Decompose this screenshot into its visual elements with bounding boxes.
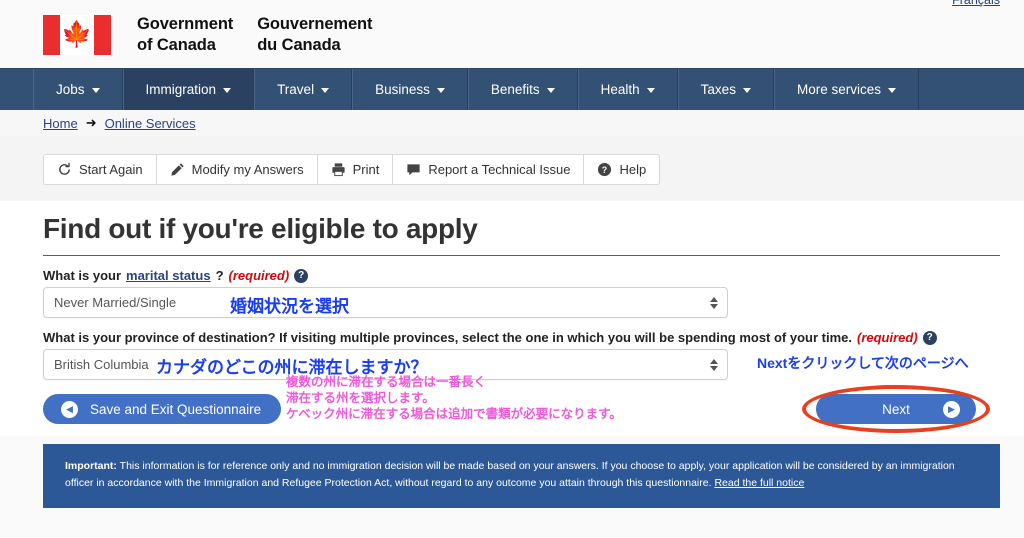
start-again-label: Start Again: [79, 162, 143, 177]
chevron-down-icon: [223, 88, 232, 93]
nav-item-health-label: Health: [600, 82, 640, 97]
chevron-down-icon: [321, 88, 330, 93]
save-and-exit-label: Save and Exit Questionnaire: [90, 401, 262, 417]
read-full-notice-link[interactable]: Read the full notice: [714, 477, 804, 489]
modify-answers-label: Modify my Answers: [191, 162, 304, 177]
nav-item-health[interactable]: Health: [577, 69, 678, 110]
svg-text:?: ?: [602, 165, 607, 175]
help-circle-icon[interactable]: ?: [294, 268, 309, 283]
refresh-icon: [57, 162, 72, 177]
main-content: Find out if you're eligible to apply Wha…: [0, 201, 1024, 436]
report-issue-label: Report a Technical Issue: [428, 162, 571, 177]
site-header: Français 🍁 Government of Canada Gouverne…: [0, 0, 1024, 68]
brand-french-line1: Gouvernement: [257, 15, 373, 33]
modify-answers-button[interactable]: Modify my Answers: [155, 154, 317, 185]
next-button[interactable]: Next ▶: [816, 394, 976, 424]
pencil-icon: [170, 162, 185, 177]
nav-item-benefits[interactable]: Benefits: [467, 69, 578, 110]
flag-right-band: [94, 15, 111, 55]
annotation-next-instruction: Nextをクリックして次のページへ: [757, 355, 969, 371]
nav-item-travel-label: Travel: [277, 82, 315, 97]
question2-text: What is your province of destination? If…: [43, 330, 852, 345]
important-body: This information is for reference only a…: [65, 460, 955, 489]
nav-item-more-services[interactable]: More services: [773, 69, 919, 110]
important-notice: Important: This information is for refer…: [43, 444, 1000, 508]
chevron-down-icon: [91, 88, 100, 93]
required-indicator: (required): [228, 268, 290, 283]
chevron-down-icon: [646, 88, 655, 93]
nav-item-jobs-label: Jobs: [56, 82, 85, 97]
brand-english-line2: of Canada: [137, 36, 216, 54]
printer-icon: [331, 162, 346, 177]
question1-suffix: ?: [215, 268, 224, 283]
print-label: Print: [352, 162, 380, 177]
select-stepper-icon: [710, 296, 718, 309]
help-circle-icon: ?: [597, 162, 612, 177]
nav-left-spacer: [0, 69, 33, 110]
nav-item-immigration[interactable]: Immigration: [122, 69, 255, 110]
report-issue-button[interactable]: Report a Technical Issue: [392, 154, 584, 185]
nav-item-immigration-label: Immigration: [145, 82, 217, 97]
save-and-exit-button[interactable]: ◀ Save and Exit Questionnaire: [43, 394, 281, 424]
main-navigation: Jobs Immigration Travel Business Benefit…: [0, 68, 1024, 110]
nav-item-benefits-label: Benefits: [490, 82, 540, 97]
breadcrumb: Home ➜ Online Services: [0, 110, 1024, 136]
arrow-left-circle-icon: ◀: [61, 400, 78, 418]
brand-english-line1: Government: [137, 15, 234, 33]
language-toggle-link[interactable]: Français: [952, 0, 1000, 8]
help-button[interactable]: ? Help: [583, 154, 661, 185]
breadcrumb-arrow-icon: ➜: [85, 115, 97, 130]
form-actions: ◀ Save and Exit Questionnaire Next ▶ 複数の…: [43, 375, 1000, 436]
brand-english: Government of Canada: [137, 14, 233, 56]
flag-center: 🍁: [60, 15, 94, 55]
question1-prefix: What is your: [43, 268, 122, 283]
flag-left-band: [43, 15, 60, 55]
nav-item-taxes[interactable]: Taxes: [677, 69, 774, 110]
annotation-province-note: 複数の州に滞在する場合は一番長く 滞在する州を選択します。 ケベック州に滞在する…: [286, 374, 622, 422]
marital-status-value: Never Married/Single: [54, 295, 177, 310]
print-button[interactable]: Print: [316, 154, 393, 185]
question-province-label: What is your province of destination? If…: [43, 330, 1000, 345]
required-indicator: (required): [857, 330, 918, 345]
annotation-province-note-line3: ケベック州に滞在する場合は追加で書類が必要になります。: [286, 407, 622, 421]
chevron-down-icon: [546, 88, 555, 93]
nav-item-travel[interactable]: Travel: [254, 69, 353, 110]
brand-french-line2: du Canada: [257, 36, 341, 54]
comment-icon: [406, 162, 421, 177]
province-value: British Columbia: [54, 357, 149, 372]
breadcrumb-link-home[interactable]: Home: [43, 116, 78, 131]
page-title: Find out if you're eligible to apply: [43, 201, 1000, 256]
important-label: Important:: [65, 460, 117, 472]
question-marital-status-label: What is your marital status? (required) …: [43, 268, 1000, 283]
brand-wordmark: Government of Canada Gouvernement du Can…: [137, 14, 373, 56]
start-again-button[interactable]: Start Again: [43, 154, 156, 185]
maple-leaf-icon: 🍁: [61, 20, 93, 49]
annotation-province-note-line2: 滞在する州を選択します。: [286, 391, 435, 405]
action-toolbar-container: Start Again Modify my Answers Print Repo…: [0, 136, 1024, 201]
page-root: Français 🍁 Government of Canada Gouverne…: [0, 0, 1024, 538]
help-label: Help: [619, 162, 647, 177]
goc-brand: 🍁 Government of Canada Gouvernement du C…: [43, 14, 373, 56]
marital-status-select[interactable]: Never Married/Single: [43, 287, 728, 318]
arrow-right-circle-icon: ▶: [943, 400, 960, 418]
breadcrumb-link-online-services[interactable]: Online Services: [105, 116, 196, 131]
province-select[interactable]: British Columbia: [43, 349, 728, 380]
nav-item-jobs[interactable]: Jobs: [33, 69, 123, 110]
chevron-down-icon: [436, 88, 445, 93]
nav-item-more-services-label: More services: [796, 82, 881, 97]
canada-flag-icon: 🍁: [43, 15, 111, 55]
nav-item-taxes-label: Taxes: [700, 82, 736, 97]
brand-french: Gouvernement du Canada: [257, 14, 372, 56]
select-stepper-icon: [710, 358, 718, 371]
chevron-down-icon: [887, 88, 896, 93]
next-label: Next: [882, 401, 910, 417]
nav-item-business-label: Business: [375, 82, 430, 97]
help-circle-icon[interactable]: ?: [922, 330, 937, 345]
nav-item-business[interactable]: Business: [352, 69, 468, 110]
action-toolbar: Start Again Modify my Answers Print Repo…: [43, 154, 661, 185]
chevron-down-icon: [742, 88, 751, 93]
marital-status-link[interactable]: marital status: [126, 268, 211, 283]
footer-strip: [0, 508, 1024, 525]
